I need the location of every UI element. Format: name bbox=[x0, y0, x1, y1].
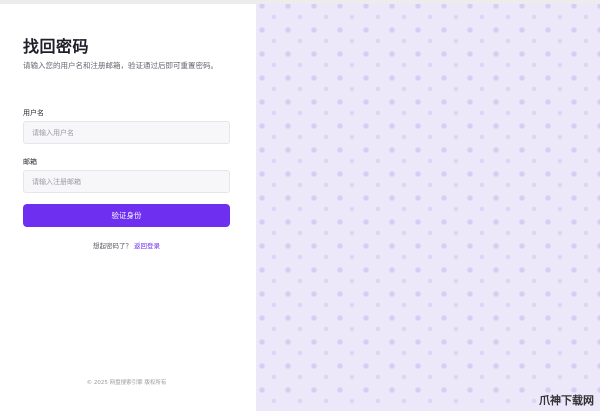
verify-identity-button[interactable]: 验证身份 bbox=[23, 204, 230, 227]
username-label: 用户名 bbox=[23, 109, 44, 117]
back-to-login-link[interactable]: 返回登录 bbox=[134, 242, 160, 250]
password-recovery-page: 找回密码 请输入您的用户名和注册邮箱，验证通过后即可重置密码。 用户名 邮箱 验… bbox=[0, 0, 600, 411]
copyright-footer: © 2025 网盘搜索引擎 版权所有 bbox=[86, 380, 167, 386]
remember-password-text: 想起密码了？ bbox=[92, 242, 132, 250]
site-watermark: 爪神下载网 bbox=[539, 394, 594, 407]
page-title: 找回密码 bbox=[23, 37, 90, 56]
remember-password-row: 想起密码了？ 返回登录 bbox=[23, 240, 230, 250]
email-input[interactable] bbox=[23, 170, 230, 193]
page-subtitle: 请输入您的用户名和注册邮箱，验证通过后即可重置密码。 bbox=[23, 61, 218, 70]
form-panel: 找回密码 请输入您的用户名和注册邮箱，验证通过后即可重置密码。 用户名 邮箱 验… bbox=[0, 0, 256, 411]
username-input[interactable] bbox=[23, 121, 230, 144]
decorative-pattern-panel bbox=[256, 0, 600, 411]
email-label: 邮箱 bbox=[23, 158, 37, 166]
top-strip bbox=[0, 0, 600, 4]
